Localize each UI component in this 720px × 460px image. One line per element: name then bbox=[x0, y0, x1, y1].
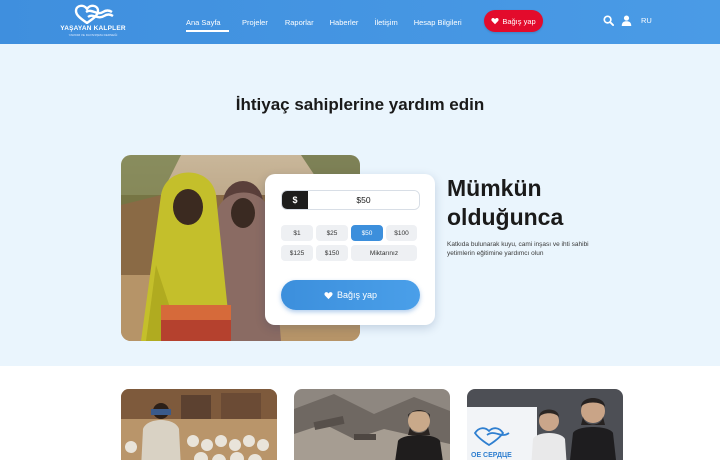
nav-item-home[interactable]: Ana Sayfa bbox=[186, 0, 229, 44]
site-logo[interactable]: YAŞAYAN KALPLER YARDIM VE DAYANIŞMA DERN… bbox=[60, 2, 126, 42]
amount-chip-125[interactable]: $125 bbox=[281, 245, 313, 261]
language-switcher[interactable]: RU bbox=[641, 16, 652, 25]
nav-item-projects[interactable]: Projeler bbox=[242, 0, 268, 44]
amount-chip-50[interactable]: $50 bbox=[351, 225, 383, 241]
main-nav: Ana Sayfa Projeler Raporlar Haberler İle… bbox=[186, 0, 462, 44]
volunteer-banner-text: ОЕ СЕРДЦЕ bbox=[471, 452, 512, 459]
amount-input[interactable]: $50 bbox=[308, 191, 419, 209]
news-card-3-image[interactable]: ОЕ СЕРДЦЕ bbox=[467, 389, 623, 460]
donate-button-label: Bağış yap bbox=[336, 290, 378, 300]
amount-chip-custom[interactable]: Miktarınız bbox=[351, 245, 417, 261]
side-title: Mümkün olduğunca bbox=[447, 175, 564, 230]
nav-item-reports[interactable]: Raporlar bbox=[285, 0, 314, 44]
amount-field[interactable]: $ $50 bbox=[281, 190, 420, 210]
side-description: Katkıda bulunarak kuyu, cami inşası ve i… bbox=[447, 241, 589, 257]
header-donate-label: Bağış yap bbox=[502, 16, 536, 26]
amount-chip-100[interactable]: $100 bbox=[386, 225, 417, 241]
heart-icon bbox=[491, 18, 499, 25]
search-icon[interactable] bbox=[603, 15, 614, 26]
news-card-1-image[interactable] bbox=[121, 389, 277, 460]
nav-item-account-info[interactable]: Hesap Bilgileri bbox=[414, 0, 462, 44]
amount-chip-25[interactable]: $25 bbox=[316, 225, 348, 241]
amount-chip-150[interactable]: $150 bbox=[316, 245, 348, 261]
hero-section: İhtiyaç sahiplerine yardım edin $ $50 $1… bbox=[0, 44, 720, 366]
top-nav-bar: YAŞAYAN KALPLER YARDIM VE DAYANIŞMA DERN… bbox=[0, 0, 720, 44]
donate-button[interactable]: Bağış yap bbox=[281, 280, 420, 310]
nav-item-news[interactable]: Haberler bbox=[330, 0, 359, 44]
donation-card: $ $50 $1 $25 $50 $100 $125 $150 Miktarın… bbox=[265, 174, 435, 325]
logo-tagline: YARDIM VE DAYANIŞMA DERNEĞİ bbox=[68, 33, 118, 37]
currency-symbol: $ bbox=[282, 191, 308, 209]
user-icon[interactable] bbox=[621, 15, 632, 26]
hero-title: İhtiyaç sahiplerine yardım edin bbox=[235, 95, 485, 114]
heart-icon bbox=[324, 291, 333, 299]
amount-chip-1[interactable]: $1 bbox=[281, 225, 313, 241]
heart-waves-logo-icon bbox=[74, 4, 114, 24]
logo-name: YAŞAYAN KALPLER bbox=[60, 25, 126, 32]
news-card-2-image[interactable] bbox=[294, 389, 450, 460]
header-donate-button[interactable]: Bağış yap bbox=[484, 10, 543, 32]
nav-item-contact[interactable]: İletişim bbox=[374, 0, 397, 44]
